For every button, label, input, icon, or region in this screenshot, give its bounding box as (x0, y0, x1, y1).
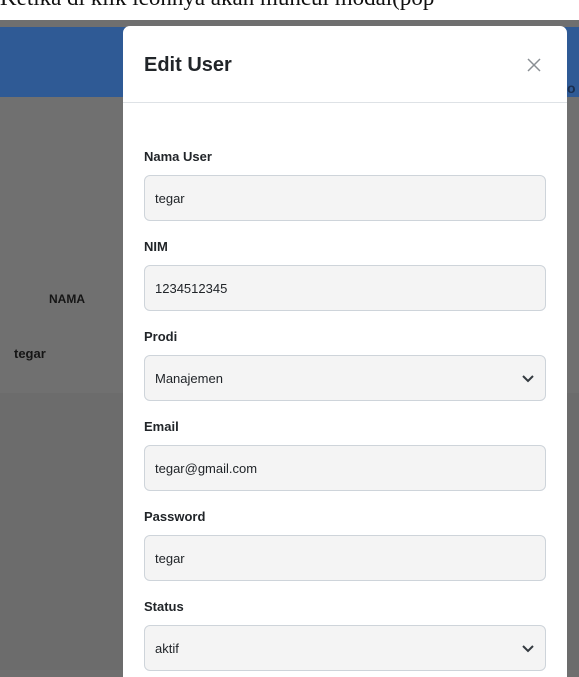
field-email: Email (144, 417, 546, 491)
status-select[interactable]: aktif (144, 625, 546, 671)
prodi-select[interactable]: Manajemen (144, 355, 546, 401)
nama-user-label: Nama User (144, 149, 212, 164)
table-column-header-nama: NAMA (49, 292, 85, 306)
nim-input[interactable] (144, 265, 546, 311)
table-cell-nama: tegar (14, 346, 46, 361)
chevron-down-icon (522, 645, 534, 653)
field-nama-user: Nama User (144, 147, 546, 221)
field-prodi: Prodi Manajemen (144, 327, 546, 401)
password-input[interactable] (144, 535, 546, 581)
app-backdrop: o NAMA tegar Edit User Nama User NIM (0, 20, 579, 677)
status-label: Status (144, 599, 184, 614)
email-input[interactable] (144, 445, 546, 491)
background-navbar-text: o (567, 80, 576, 96)
edit-user-modal: Edit User Nama User NIM Prodi (123, 26, 567, 677)
nim-label: NIM (144, 239, 168, 254)
prodi-label: Prodi (144, 329, 178, 344)
close-icon[interactable] (525, 56, 543, 74)
prodi-selected-value: Manajemen (155, 370, 223, 386)
email-label: Email (144, 419, 179, 434)
field-status: Status aktif (144, 597, 546, 671)
modal-header: Edit User (123, 26, 567, 103)
modal-body: Nama User NIM Prodi Manajemen (123, 103, 567, 671)
field-password: Password (144, 507, 546, 581)
caption-text: Ketika di klik iconnya akan muncul modal… (0, 0, 579, 15)
nama-user-input[interactable] (144, 175, 546, 221)
chevron-down-icon (522, 375, 534, 383)
status-selected-value: aktif (155, 640, 179, 656)
password-label: Password (144, 509, 206, 524)
field-nim: NIM (144, 237, 546, 311)
modal-title: Edit User (144, 54, 232, 76)
